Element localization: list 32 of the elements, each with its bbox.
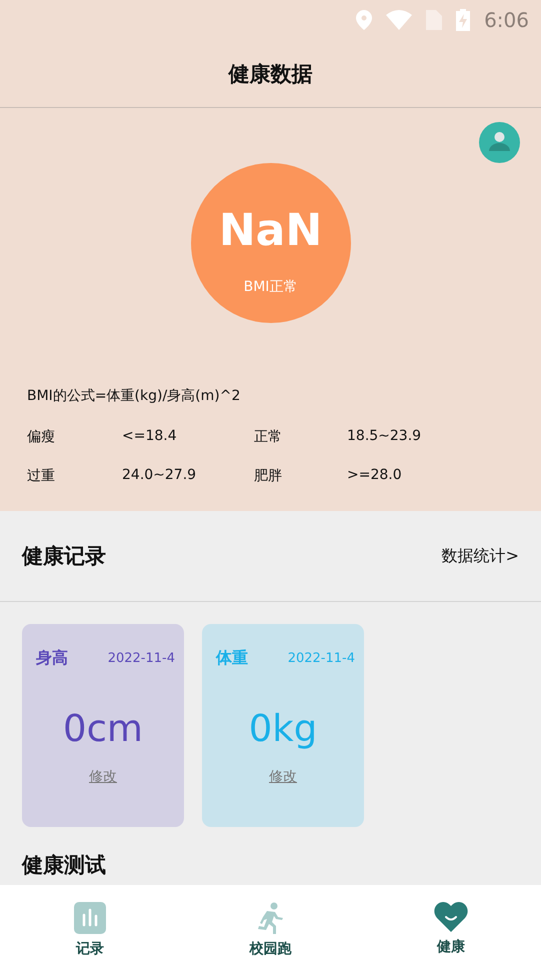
bmi-value: NaN	[218, 205, 322, 256]
avatar-icon[interactable]	[479, 122, 520, 163]
range-label: 肥胖	[254, 467, 283, 485]
card-value: 0kg	[248, 707, 318, 750]
nav-tab[interactable]: 校园跑	[210, 885, 330, 958]
card-label: 体重	[216, 648, 248, 669]
page-title: 健康数据	[228, 60, 312, 88]
nav-tab[interactable]: 记录	[30, 885, 150, 958]
bar-chart-icon	[74, 902, 106, 934]
range-value: 24.0~27.9	[122, 467, 198, 485]
heart-icon	[434, 902, 468, 932]
clock-time: 6:06	[484, 8, 529, 32]
location-icon	[356, 10, 372, 30]
battery-charging-icon	[456, 9, 470, 31]
section-title: 健康记录	[22, 543, 106, 570]
card-date: 2022-11-4	[288, 651, 355, 666]
range-label: 正常	[254, 428, 283, 446]
range-label: 过重	[27, 467, 56, 485]
statistics-link[interactable]: 数据统计>	[442, 546, 519, 566]
card-date: 2022-11-4	[108, 651, 175, 666]
section-title: 健康测试	[20, 852, 107, 878]
card-label: 身高	[36, 648, 68, 669]
bmi-formula: BMI的公式=体重(kg)/身高(m)^2	[27, 388, 240, 404]
range-label: 偏瘦	[27, 428, 56, 446]
wifi-icon	[386, 10, 412, 30]
nav-tab[interactable]: 健康	[390, 885, 511, 956]
range-value: >=28.0	[347, 467, 403, 485]
runner-icon	[255, 902, 286, 934]
range-value: <=18.4	[122, 428, 178, 446]
range-value: 18.5~23.9	[347, 428, 422, 446]
bmi-status: BMI正常	[244, 278, 298, 296]
card-value: 0cm	[63, 707, 143, 750]
